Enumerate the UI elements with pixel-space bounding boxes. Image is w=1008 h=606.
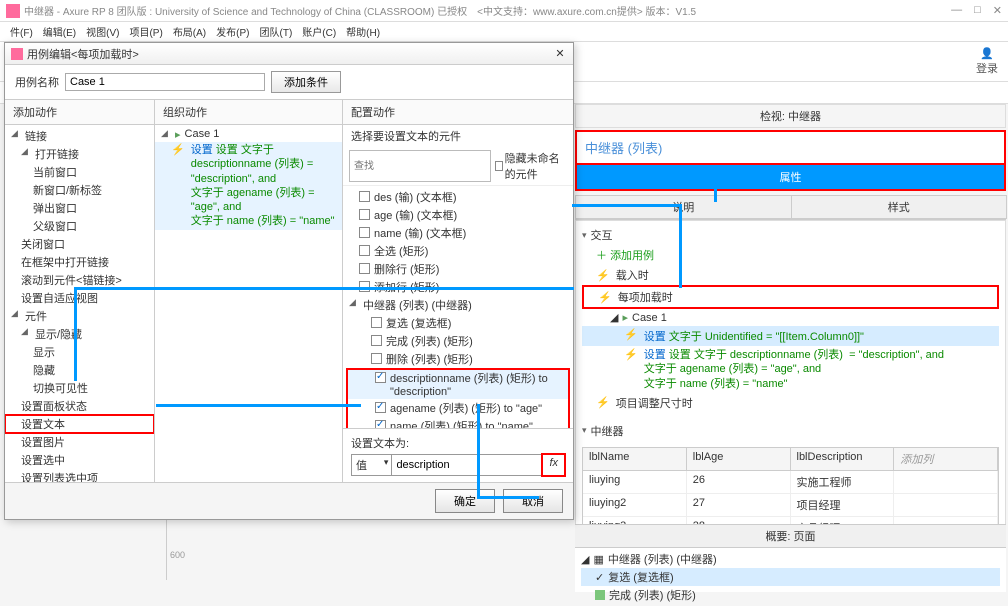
bolt-icon: ⚡	[171, 143, 185, 157]
config-subheader: 选择要设置文本的元件	[343, 125, 573, 147]
outline-item[interactable]: ✓复选 (复选框)	[581, 568, 1000, 586]
menu-project[interactable]: 项目(P)	[125, 22, 166, 41]
outline-panel: 概要: 页面 ◢▦中继器 (列表) (中继器) ✓复选 (复选框) 完成 (列表…	[575, 524, 1006, 592]
add-case-link[interactable]: ＋ 添加用例	[582, 245, 999, 265]
organize-tree[interactable]: ◢▸Case 1 ⚡ 设置 设置 文字于 descriptionname (列表…	[155, 125, 342, 482]
add-condition-button[interactable]: 添加条件	[271, 71, 341, 93]
configure-action-header: 配置动作	[343, 100, 573, 125]
set-text-type-select[interactable]: 值	[351, 454, 392, 476]
add-action-header: 添加动作	[5, 100, 154, 125]
each-item-load-event[interactable]: ⚡每项加载时	[582, 285, 999, 309]
case-name-input[interactable]	[65, 73, 265, 91]
menu-help[interactable]: 帮助(H)	[342, 22, 384, 41]
close-button[interactable]: ✕	[993, 4, 1002, 17]
dialog-title: 用例编辑<每项加载时>	[27, 46, 553, 62]
outline-item[interactable]: ◢▦中继器 (列表) (中继器)	[581, 550, 1000, 568]
set-text-value-input[interactable]	[391, 454, 543, 476]
case-name-label: 用例名称	[15, 74, 59, 90]
outline-title: 概要: 页面	[575, 525, 1006, 548]
menu-view[interactable]: 视图(V)	[82, 22, 123, 41]
menu-account[interactable]: 账户(C)	[298, 22, 340, 41]
hide-unnamed-checkbox[interactable]	[495, 161, 503, 171]
set-text-label: 设置文本为:	[351, 435, 565, 451]
interactions-section: ▾交互 ＋ 添加用例 ⚡载入时 ⚡每项加载时 ◢▸Case 1 ⚡设置 设置 文…	[575, 220, 1006, 569]
outline-item[interactable]: 完成 (列表) (矩形)	[581, 586, 1000, 604]
action-set-text-2[interactable]: ⚡ 设置 设置 文字于 descriptionname (列表) = "desc…	[582, 346, 999, 393]
set-text-action[interactable]: 设置文本	[5, 415, 154, 433]
case-editor-dialog: 用例编辑<每项加载时> ✕ 用例名称 添加条件 添加动作 ◢链接 ◢打开链接 当…	[4, 42, 574, 520]
maximize-button[interactable]: □	[974, 4, 981, 17]
style-tab[interactable]: 样式	[791, 195, 1008, 219]
menu-file[interactable]: 件(F)	[6, 22, 37, 41]
actions-tree[interactable]: ◢链接 ◢打开链接 当前窗口 新窗口/新标签 弹出窗口 父级窗口 关闭窗口 在框…	[5, 125, 154, 482]
minimize-button[interactable]: —	[951, 4, 962, 17]
window-title: 中继器 - Axure RP 8 团队版 : University of Sci…	[24, 3, 951, 18]
dialog-icon	[11, 48, 23, 60]
app-icon	[6, 4, 20, 18]
menu-team[interactable]: 团队(T)	[256, 22, 297, 41]
cancel-button[interactable]: 取消	[503, 489, 563, 513]
action-set-text-1[interactable]: ⚡设置 设置 文字于 Unidentified = "[[Item.Column…	[582, 326, 999, 346]
canvas-ruler: 600	[160, 520, 280, 580]
inspector-title: 检视: 中继器	[575, 104, 1006, 128]
menu-publish[interactable]: 发布(P)	[212, 22, 253, 41]
dialog-close-button[interactable]: ✕	[553, 47, 567, 60]
notes-tab[interactable]: 说明	[575, 195, 792, 219]
menu-edit[interactable]: 编辑(E)	[39, 22, 80, 41]
organize-action-header: 组织动作	[155, 100, 342, 125]
login-button[interactable]: 👤登录	[972, 45, 1002, 78]
widget-tree[interactable]: des (输) (文本框) age (输) (文本框) name (输) (文本…	[343, 186, 573, 428]
fx-button[interactable]: fx	[542, 454, 565, 476]
widget-name-header: 中继器 (列表)	[575, 130, 1006, 165]
menubar: 件(F) 编辑(E) 视图(V) 项目(P) 布局(A) 发布(P) 团队(T)…	[0, 22, 1008, 42]
properties-tab[interactable]: 属性	[575, 165, 1006, 191]
widget-search-input[interactable]	[349, 150, 491, 182]
organize-action-item[interactable]: ⚡ 设置 设置 文字于 descriptionname (列表) = "desc…	[155, 142, 342, 230]
menu-arrange[interactable]: 布局(A)	[169, 22, 210, 41]
ok-button[interactable]: 确定	[435, 489, 495, 513]
window-titlebar: 中继器 - Axure RP 8 团队版 : University of Sci…	[0, 0, 1008, 22]
